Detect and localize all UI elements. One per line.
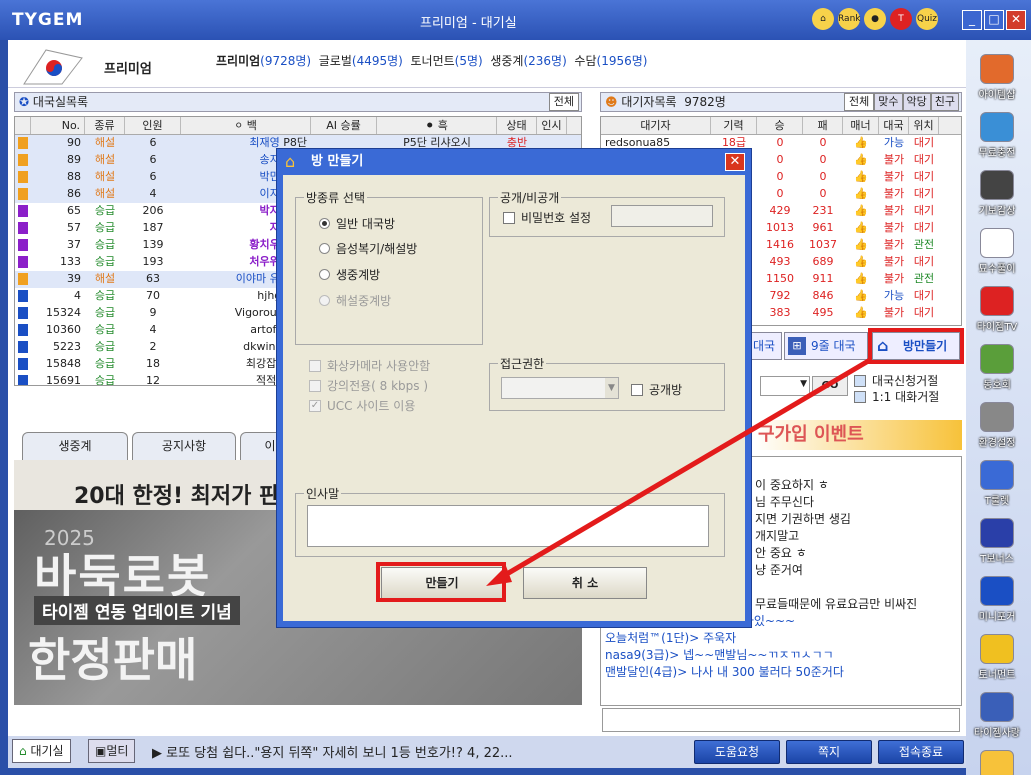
annotation-arrow <box>486 357 872 586</box>
